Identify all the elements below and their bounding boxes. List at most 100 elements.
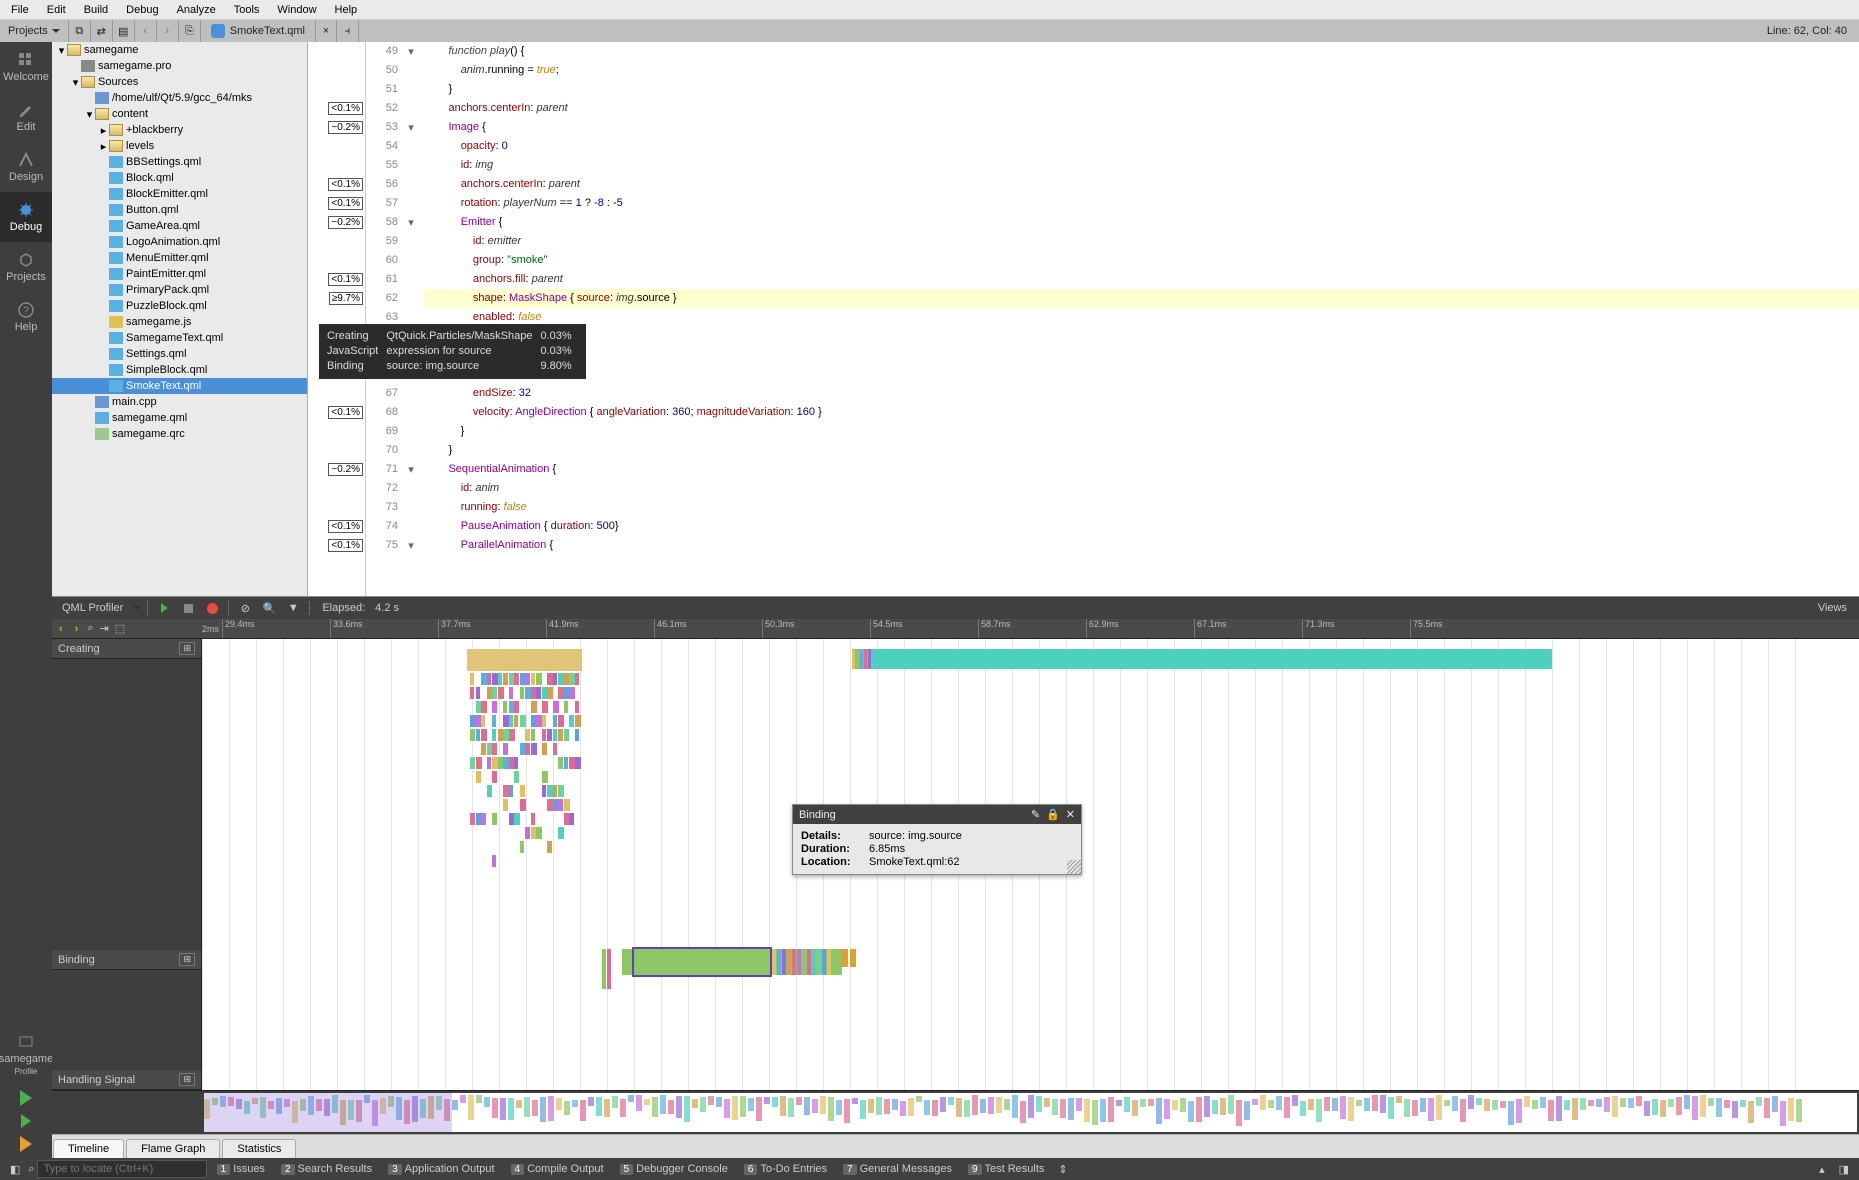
tree-item[interactable]: Button.qml: [52, 202, 307, 218]
side-toggle-icon[interactable]: ◨: [1833, 1163, 1855, 1176]
tree-item[interactable]: BlockEmitter.qml: [52, 186, 307, 202]
output-to-do-entries[interactable]: 6To-Do Entries: [736, 1163, 835, 1175]
back-button[interactable]: ‹: [135, 20, 157, 42]
menu-file[interactable]: File: [2, 2, 38, 18]
tree-item[interactable]: samegame.qrc: [52, 426, 307, 442]
output-compile-output[interactable]: 4Compile Output: [503, 1163, 612, 1175]
menu-tools[interactable]: Tools: [225, 2, 269, 18]
run-button[interactable]: [20, 1090, 32, 1106]
close-icon[interactable]: ✕: [1066, 808, 1075, 821]
toggle-left-icon[interactable]: ◧: [4, 1163, 26, 1176]
profiler-play-button[interactable]: [154, 599, 174, 617]
menu-debug[interactable]: Debug: [117, 2, 167, 18]
profiler-record-button[interactable]: [202, 599, 222, 617]
edit-icon[interactable]: ✎: [1031, 808, 1040, 821]
cat-creating[interactable]: Creating⊞: [52, 639, 201, 659]
filter-button[interactable]: ▤: [113, 20, 135, 42]
tree-item[interactable]: ▸+blackberry: [52, 122, 307, 138]
output-application-output[interactable]: 3Application Output: [380, 1163, 502, 1175]
tree-item[interactable]: PaintEmitter.qml: [52, 266, 307, 282]
run-debug-button[interactable]: [21, 1114, 31, 1128]
split-button[interactable]: ⧉: [69, 20, 91, 42]
tree-item[interactable]: SamegameText.qml: [52, 330, 307, 346]
link-button[interactable]: ⇄: [91, 20, 113, 42]
cat-signal[interactable]: Handling Signal⊞: [52, 1070, 201, 1090]
split-right-button[interactable]: ⫞: [337, 20, 359, 42]
tree-item[interactable]: samegame.js: [52, 314, 307, 330]
tree-item[interactable]: /home/ulf/Qt/5.9/gcc_64/mks: [52, 90, 307, 106]
timeline-canvas[interactable]: Binding ✎ 🔒 ✕ Details:source: img.source…: [202, 639, 1859, 1090]
menu-window[interactable]: Window: [268, 2, 325, 18]
code-editor[interactable]: <0.1%~0.2%<0.1%<0.1%~0.2%<0.1%≥9.7%<0.1%…: [308, 42, 1859, 596]
menu-build[interactable]: Build: [75, 2, 117, 18]
timeline-overview[interactable]: [52, 1090, 1859, 1134]
output-debugger-console[interactable]: 5Debugger Console: [612, 1163, 736, 1175]
expand-icon[interactable]: ⊞: [179, 642, 195, 655]
lock-icon[interactable]: 🔒: [1046, 808, 1060, 821]
tree-item[interactable]: Settings.qml: [52, 346, 307, 362]
tab-flame-graph[interactable]: Flame Graph: [126, 1139, 220, 1158]
forward-button[interactable]: ›: [157, 20, 179, 42]
mode-projects[interactable]: Projects: [0, 242, 52, 292]
output-search-results[interactable]: 2Search Results: [273, 1163, 380, 1175]
tree-item[interactable]: SimpleBlock.qml: [52, 362, 307, 378]
tree-item[interactable]: SmokeText.qml: [52, 378, 307, 394]
menu-help[interactable]: Help: [326, 2, 367, 18]
tree-item[interactable]: Block.qml: [52, 170, 307, 186]
tree-item[interactable]: PrimaryPack.qml: [52, 282, 307, 298]
tree-item[interactable]: MenuEmitter.qml: [52, 250, 307, 266]
project-tree[interactable]: ▾samegamesamegame.pro▾Sources/home/ulf/Q…: [52, 42, 308, 596]
projects-dropdown[interactable]: Projects: [0, 20, 69, 42]
tree-item[interactable]: GameArea.qml: [52, 218, 307, 234]
tree-item[interactable]: main.cpp: [52, 394, 307, 410]
tree-item[interactable]: ▾content: [52, 106, 307, 122]
document-tab[interactable]: SmokeText.qml: [201, 20, 315, 42]
views-button[interactable]: Views: [1810, 602, 1855, 614]
code-area[interactable]: function play() { anim.running = true; }…: [418, 42, 1859, 596]
expand-icon[interactable]: ⊞: [179, 953, 195, 966]
output-test-results[interactable]: 9Test Results: [960, 1163, 1052, 1175]
locator-input[interactable]: [37, 1160, 207, 1178]
menu-edit[interactable]: Edit: [38, 2, 75, 18]
gutter-fold[interactable]: ▾▾▾▾▾: [404, 42, 418, 596]
kit-selector[interactable]: samegameProfile: [0, 1024, 52, 1084]
mode-edit[interactable]: Edit: [0, 92, 52, 142]
elapsed-label: Elapsed:: [316, 602, 371, 614]
tab-statistics[interactable]: Statistics: [222, 1139, 296, 1158]
profiler-stop-button[interactable]: [178, 599, 198, 617]
output-general-messages[interactable]: 7General Messages: [835, 1163, 960, 1175]
output-issues[interactable]: 1Issues: [209, 1163, 273, 1175]
chevron-down-icon[interactable]: [133, 606, 141, 610]
output-updown[interactable]: ⇕: [1058, 1163, 1067, 1176]
tab-timeline[interactable]: Timeline: [53, 1139, 124, 1158]
mode-help[interactable]: ?Help: [0, 292, 52, 342]
tree-item[interactable]: BBSettings.qml: [52, 154, 307, 170]
build-button[interactable]: [20, 1136, 32, 1152]
tree-item[interactable]: ▾Sources: [52, 74, 307, 90]
tree-item[interactable]: LogoAnimation.qml: [52, 234, 307, 250]
mode-design[interactable]: Design: [0, 142, 52, 192]
zoom-icon[interactable]: ⌕: [87, 622, 93, 635]
related-button[interactable]: ⎘: [179, 20, 201, 42]
tree-item[interactable]: ▸levels: [52, 138, 307, 154]
tree-item[interactable]: samegame.qml: [52, 410, 307, 426]
time-ruler[interactable]: 29.4ms33.6ms37.7ms41.9ms46.1ms50.3ms54.5…: [222, 619, 1859, 638]
tree-item[interactable]: samegame.pro: [52, 58, 307, 74]
tree-item[interactable]: ▾samegame: [52, 42, 307, 58]
next-arrow[interactable]: ›: [72, 623, 82, 635]
filter-icon[interactable]: ▼: [283, 599, 303, 617]
cat-binding[interactable]: Binding⊞: [52, 950, 201, 970]
mode-debug[interactable]: Debug: [0, 192, 52, 242]
side-up-icon[interactable]: ▴: [1813, 1163, 1831, 1176]
tree-item[interactable]: PuzzleBlock.qml: [52, 298, 307, 314]
prev-arrow[interactable]: ‹: [56, 623, 66, 635]
resize-grip[interactable]: [1067, 860, 1081, 874]
expand-icon[interactable]: ⊞: [179, 1073, 195, 1086]
select-icon[interactable]: ⬚: [115, 622, 125, 635]
disable-button[interactable]: ⊘: [235, 599, 255, 617]
mode-welcome[interactable]: Welcome: [0, 42, 52, 92]
menu-analyze[interactable]: Analyze: [168, 2, 225, 18]
jump-icon[interactable]: ⇥: [100, 622, 109, 635]
zoom-button[interactable]: 🔍: [259, 599, 279, 617]
close-doc-button[interactable]: ×: [315, 20, 337, 42]
